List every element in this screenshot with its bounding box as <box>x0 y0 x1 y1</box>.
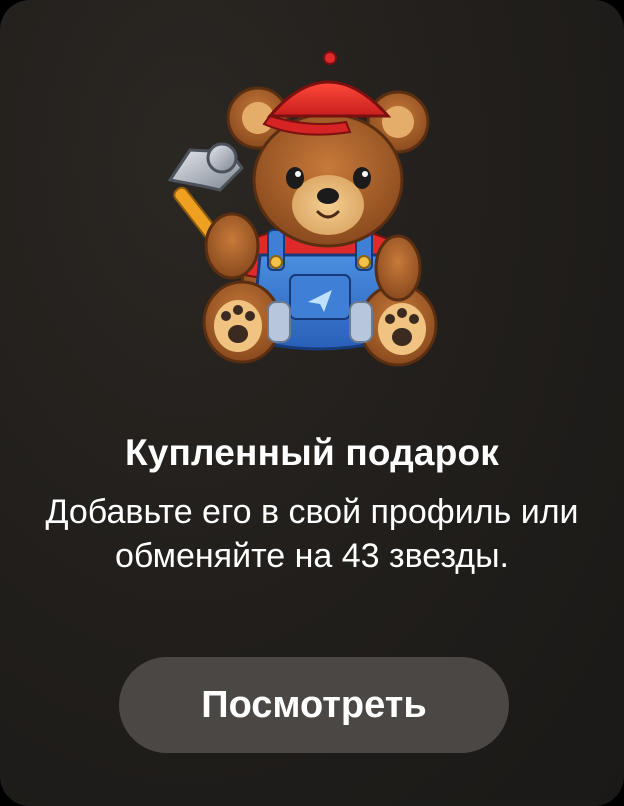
gift-description: Добавьте его в свой профиль или обменяйт… <box>45 493 579 575</box>
teddy-bear-sticker-icon <box>167 51 438 367</box>
view-gift-button[interactable]: Посмотреть <box>119 657 509 753</box>
gift-title: Купленный подарок <box>124 432 500 473</box>
gift-card: Купленный подарок Добавьте его в свой пр… <box>0 0 624 806</box>
